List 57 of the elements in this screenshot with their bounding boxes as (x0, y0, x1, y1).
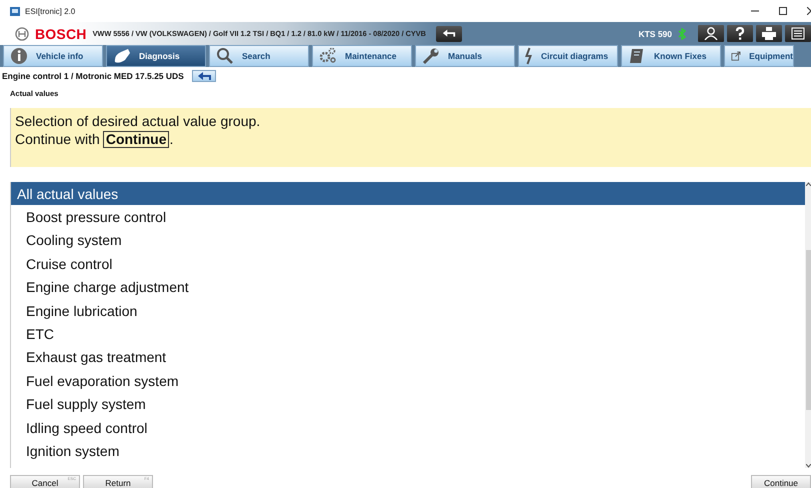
footer-button[interactable]: Continue (751, 475, 811, 488)
plug-icon (113, 47, 131, 65)
list-item[interactable]: Fuel supply system (11, 392, 805, 416)
panel-icon (791, 27, 805, 40)
wrench-icon (422, 47, 440, 65)
tab[interactable]: Vehicle info (3, 45, 103, 67)
info-icon (10, 47, 28, 65)
back-arrow-icon (442, 28, 456, 38)
user-icon (704, 27, 718, 40)
scrollbar[interactable] (805, 182, 811, 468)
back-arrow-icon (196, 72, 211, 80)
bosch-logo-icon (15, 26, 29, 40)
tab[interactable]: Maintenance (312, 45, 412, 67)
info-text: . (169, 130, 174, 148)
print-icon (762, 27, 776, 40)
list-item[interactable]: ETC (11, 322, 805, 346)
search-icon (216, 47, 234, 65)
list-item[interactable]: Boost pressure control (11, 205, 805, 229)
tab[interactable]: Equipment (724, 45, 794, 67)
info-text: Continue with (15, 130, 100, 148)
tab[interactable]: Circuit diagrams (518, 45, 618, 67)
window-title: ESI[tronic] 2.0 (25, 6, 76, 16)
list-item[interactable]: Cruise control (11, 252, 805, 276)
tab[interactable]: Manuals (415, 45, 515, 67)
list-item[interactable]: All actual values (11, 182, 805, 206)
continue-hint: Continue (102, 130, 170, 148)
list-item[interactable]: Cooling system (11, 228, 805, 252)
brand-name: BOSCH (35, 26, 87, 42)
tab[interactable]: Known Fixes (621, 45, 721, 67)
scrollbar-thumb[interactable] (806, 250, 810, 410)
tab[interactable]: Diagnosis (106, 45, 206, 67)
book-icon (628, 47, 646, 65)
list-item[interactable]: Fuel evaporation system (11, 369, 805, 393)
gears-icon (319, 47, 337, 65)
info-text: Selection of desired actual value group. (15, 112, 262, 130)
panel-button[interactable] (785, 25, 811, 42)
app-icon (10, 6, 20, 16)
list-item[interactable]: Idling speed control (11, 416, 805, 440)
scroll-up-icon (806, 182, 810, 186)
scroll-down-icon (806, 464, 810, 468)
back-button[interactable] (436, 26, 462, 42)
device-name: KTS 590 (638, 28, 672, 38)
bluetooth-icon (678, 28, 686, 40)
maximize-icon[interactable] (779, 7, 787, 15)
list-item[interactable]: Engine charge adjustment (11, 276, 805, 299)
list-item[interactable]: Ignition system (11, 439, 805, 463)
back-button[interactable] (192, 70, 216, 82)
print-button[interactable] (756, 25, 782, 42)
list-item[interactable]: Engine lubrication (11, 298, 805, 322)
tab[interactable]: Search (209, 45, 309, 67)
close-icon[interactable] (807, 7, 811, 15)
user-button[interactable] (698, 25, 724, 42)
help-button[interactable] (727, 25, 753, 42)
lightning-icon (525, 47, 533, 65)
help-icon (733, 27, 747, 40)
breadcrumb: Engine control 1 / Motronic MED 17.5.25 UDS (2, 71, 184, 81)
list-item[interactable]: Exhaust gas treatment (11, 346, 805, 370)
